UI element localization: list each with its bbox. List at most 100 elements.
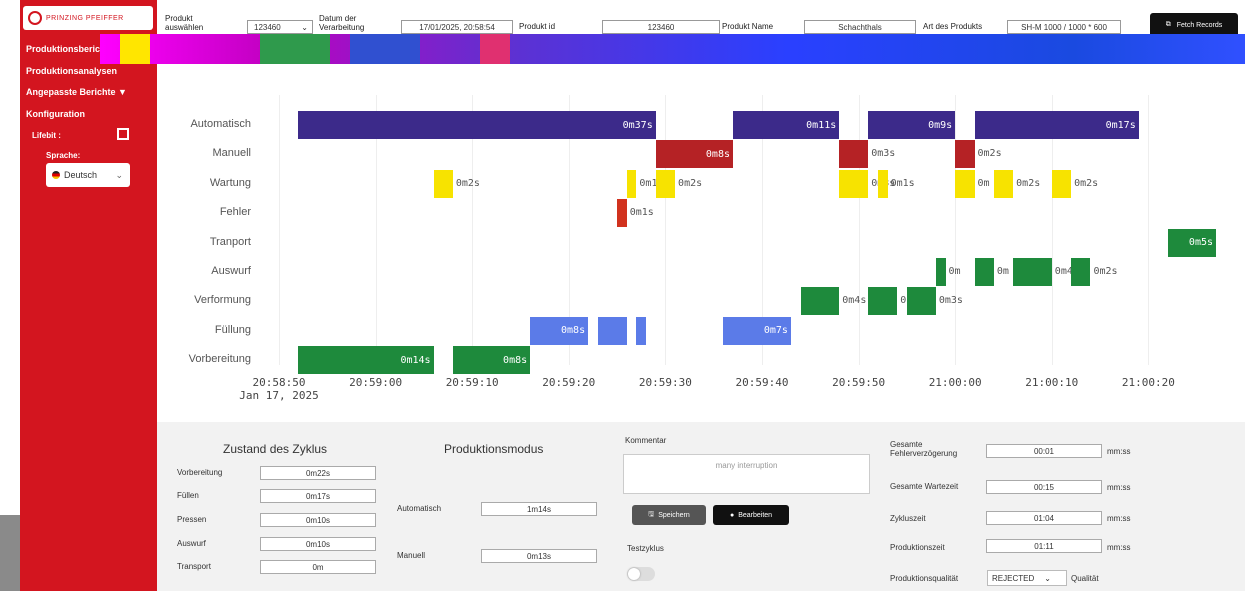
times-row-value: 01:04 (986, 511, 1102, 525)
gantt-bar[interactable] (955, 169, 975, 198)
gantt-bar[interactable]: 0m11s (733, 111, 840, 139)
gantt-bar[interactable]: 0m8s (530, 316, 589, 345)
gantt-bar[interactable]: 0m9s (868, 111, 956, 139)
gantt-bar[interactable] (877, 169, 888, 198)
artifact-block (480, 34, 510, 64)
zustand-row-value: 0m10s (260, 537, 376, 551)
modus-row-label: Manuell (397, 551, 426, 560)
testzyklus-label: Testzyklus (627, 544, 664, 553)
kommentar-label: Kommentar (625, 436, 667, 445)
produktionsmodus-title: Produktionsmodus (444, 442, 544, 456)
gantt-bar[interactable] (1071, 258, 1091, 286)
art-des-produkts-field[interactable]: SH-M 1000 / 1000 * 600 (1007, 20, 1121, 34)
zustand-row-value: 0m (260, 560, 376, 574)
logo[interactable]: PRINZING PFEIFFER (23, 6, 153, 30)
chevron-down-icon: ⌄ (301, 22, 308, 32)
bar-label: 0m2s (678, 177, 703, 189)
gantt-bar[interactable] (1051, 169, 1072, 198)
grid-line (1148, 95, 1150, 365)
bar-label: 0m2s (455, 177, 480, 189)
gantt-bar[interactable]: 0m8s (655, 140, 733, 169)
bearbeiten-button[interactable]: ● Bearbeiten (713, 505, 789, 525)
times-row-value: 00:01 (986, 444, 1102, 458)
sidebar-item-produktionsanalysen[interactable]: Produktionsanalysen (26, 66, 117, 76)
zustand-row-value: 0m10s (260, 513, 376, 527)
gantt-bar[interactable] (626, 169, 637, 198)
sidebar: PRINZING PFEIFFER Produktionsberichte Pr… (20, 0, 157, 591)
produkt-select-value: 123460 (254, 22, 281, 32)
bottom-panel: Zustand des Zyklus Produktionsmodus Vorb… (157, 422, 1245, 591)
gantt-bar[interactable]: 0m37s (298, 111, 656, 139)
gantt-bar[interactable]: 0m5s (1167, 228, 1217, 257)
artifact-block (120, 34, 150, 64)
gantt-bar[interactable] (597, 316, 627, 345)
times-row-label: Gesamte Wartezeit (890, 482, 959, 491)
gantt-bar[interactable] (974, 258, 994, 286)
gantt-bar[interactable] (655, 169, 676, 198)
zustand-row-label: Transport (177, 562, 211, 571)
german-flag-icon (52, 171, 60, 179)
zustand-title: Zustand des Zyklus (223, 442, 328, 456)
times-row-label: Gesamte Fehlerverzögerung (890, 440, 958, 458)
bar-label: 0m2s (1074, 177, 1099, 189)
gantt-bar[interactable] (868, 287, 898, 316)
produkt-id-field[interactable]: 123460 (602, 20, 720, 34)
times-row-unit: mm:ss (1107, 543, 1131, 552)
lifebit-label: Lifebit : (32, 131, 61, 140)
language-select[interactable]: Deutsch ⌄ (46, 163, 130, 187)
gantt-bar[interactable] (955, 140, 975, 169)
bearbeiten-label: Bearbeiten (738, 511, 773, 519)
bar-label: 0m2s (977, 148, 1002, 160)
times-row-unit: mm:ss (1107, 447, 1131, 456)
modus-row-value: 0m13s (481, 549, 597, 563)
x-axis-tick: 21:00:20 (1121, 376, 1175, 389)
art-des-produkts-label: Art des Produkts (923, 22, 983, 31)
gantt-bar[interactable] (636, 316, 647, 345)
external-link-icon: ⧉ (1165, 21, 1171, 28)
logo-mark-icon (28, 11, 42, 25)
gantt-bar[interactable]: 0m14s (298, 346, 434, 375)
bar-label: 0m2s (1016, 177, 1041, 189)
gantt-bar[interactable] (906, 287, 936, 316)
gantt-bar[interactable]: 0m17s (974, 111, 1139, 139)
sidebar-item-angepasste-berichte[interactable]: Angepasste Berichte ▼ (26, 87, 127, 97)
gantt-bar[interactable] (839, 169, 869, 198)
save-icon: 🖫 (648, 510, 655, 518)
gantt-bar[interactable] (1013, 258, 1052, 286)
kommentar-text: many interruption (715, 461, 778, 470)
quality-label: Produktionsqualität (890, 574, 959, 583)
x-axis-tick: 21:00:10 (1025, 376, 1079, 389)
gantt-bar[interactable] (433, 169, 453, 198)
grid-line (665, 95, 667, 365)
quality-select[interactable]: REJECTED ⌄ (987, 570, 1067, 586)
speichern-button[interactable]: 🖫 Speichern (632, 505, 706, 525)
sidebar-item-konfiguration[interactable]: Konfiguration (26, 109, 85, 119)
y-axis-label: Verformung (194, 294, 251, 307)
testzyklus-toggle[interactable] (627, 567, 655, 581)
y-axis-label: Manuell (212, 147, 251, 160)
quality-value: REJECTED (992, 573, 1035, 583)
x-axis-tick: 20:59:00 (349, 376, 403, 389)
datum-field[interactable]: 17/01/2025, 20:58:54 (401, 20, 513, 34)
gantt-bar[interactable] (617, 199, 627, 228)
gantt-bar[interactable] (935, 258, 946, 286)
zustand-row-label: Füllen (177, 491, 199, 500)
times-row-unit: mm:ss (1107, 514, 1131, 523)
bar-label: 0 (900, 295, 907, 307)
y-axis-label: Fehler (219, 206, 251, 219)
modus-row-value: 1m14s (481, 502, 597, 516)
bar-label: 0m4s (842, 295, 867, 307)
gantt-bar[interactable] (839, 140, 869, 169)
y-axis-label: Füllung (214, 323, 251, 336)
produkt-name-field[interactable]: Schachthals (804, 20, 916, 34)
y-axis-label: Auswurf (211, 265, 251, 277)
gantt-bar[interactable]: 0m7s (723, 316, 791, 345)
x-axis-tick: 20:59:30 (638, 376, 692, 389)
produkt-select[interactable]: 123460 ⌄ (247, 20, 313, 34)
gantt-bar[interactable] (993, 169, 1014, 198)
gantt-bar[interactable] (800, 287, 840, 316)
timeline-chart: Automatisch Manuell Wartung Fehler Tranport A… (157, 65, 1245, 420)
gantt-bar[interactable]: 0m8s (452, 346, 531, 375)
y-axis-label: Vorbereitung (188, 353, 251, 366)
kommentar-textarea[interactable]: many interruption (623, 454, 870, 494)
